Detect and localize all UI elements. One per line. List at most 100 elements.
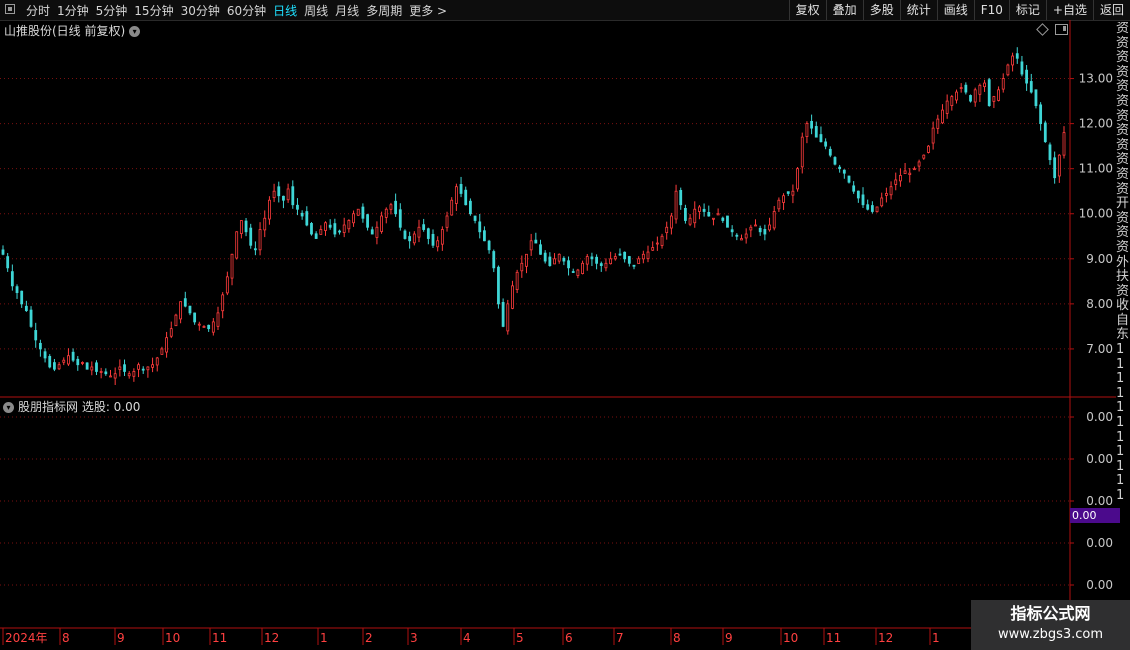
candle-body[interactable] (239, 220, 243, 234)
candle-body[interactable] (973, 89, 977, 103)
candle-body[interactable] (782, 195, 785, 203)
candle-body[interactable] (24, 305, 28, 312)
candle-body[interactable] (342, 224, 346, 233)
candle-body[interactable] (543, 252, 547, 262)
candle-body[interactable] (95, 362, 98, 372)
candle-body[interactable] (426, 228, 430, 239)
candle-body[interactable] (141, 368, 145, 371)
candle-body[interactable] (501, 302, 505, 327)
candle-body[interactable] (62, 359, 66, 363)
candle-body[interactable] (618, 253, 622, 256)
candle-body[interactable] (183, 298, 187, 307)
candle-body[interactable] (903, 170, 907, 174)
candle-body[interactable] (506, 303, 510, 332)
candle-body[interactable] (599, 263, 603, 266)
candle-body[interactable] (20, 290, 24, 305)
candle-body[interactable] (894, 179, 898, 185)
candle-body[interactable] (772, 211, 776, 229)
candle-body[interactable] (861, 194, 865, 206)
candle-body[interactable] (726, 215, 729, 228)
candle-body[interactable] (15, 286, 19, 294)
candle-body[interactable] (856, 190, 860, 199)
candle-body[interactable] (646, 251, 650, 260)
candle-body[interactable] (169, 328, 173, 337)
candle-body[interactable] (473, 215, 477, 221)
candle-body[interactable] (440, 229, 444, 245)
candle-body[interactable] (735, 234, 739, 237)
candle-body[interactable] (651, 247, 655, 251)
candle-body[interactable] (272, 190, 276, 199)
candle-body[interactable] (464, 189, 468, 206)
candle-body[interactable] (431, 233, 435, 246)
candle-body[interactable] (1039, 104, 1043, 125)
candle-body[interactable] (637, 258, 641, 264)
candle-body[interactable] (707, 212, 711, 217)
candle-body[interactable] (328, 224, 332, 228)
candle-body[interactable] (300, 212, 304, 217)
candle-body[interactable] (889, 186, 893, 196)
candle-body[interactable] (866, 204, 870, 210)
candle-body[interactable] (352, 213, 355, 224)
candle-body[interactable] (85, 362, 89, 370)
candle-body[interactable] (870, 205, 874, 212)
candle-body[interactable] (1057, 154, 1061, 177)
candle-body[interactable] (562, 257, 566, 262)
candle-body[interactable] (838, 166, 842, 170)
candle-body[interactable] (515, 271, 519, 290)
candle-body[interactable] (235, 231, 239, 259)
candle-body[interactable] (43, 351, 47, 359)
candle-body[interactable] (884, 193, 888, 196)
candle-body[interactable] (34, 330, 38, 341)
candle-body[interactable] (305, 211, 309, 226)
candle-body[interactable] (380, 215, 383, 232)
candle-body[interactable] (833, 157, 837, 165)
candle-body[interactable] (375, 226, 379, 238)
candle-body[interactable] (758, 227, 762, 233)
candle-body[interactable] (356, 208, 360, 216)
candle-body[interactable] (922, 154, 926, 159)
candle-body[interactable] (655, 242, 659, 245)
candle-body[interactable] (641, 253, 645, 260)
candle-body[interactable] (511, 285, 514, 309)
candle-body[interactable] (941, 109, 944, 124)
candle-body[interactable] (436, 240, 440, 248)
candle-body[interactable] (179, 301, 183, 320)
candle-body[interactable] (660, 235, 664, 246)
candle-body[interactable] (1034, 89, 1038, 106)
candle-body[interactable] (10, 271, 14, 287)
candle-body[interactable] (936, 118, 940, 129)
candle-body[interactable] (959, 87, 963, 89)
candle-body[interactable] (286, 188, 290, 201)
candle-body[interactable] (627, 256, 631, 264)
candle-body[interactable] (478, 221, 482, 233)
candle-body[interactable] (314, 233, 318, 239)
candle-body[interactable] (497, 266, 500, 305)
candle-body[interactable] (539, 244, 542, 255)
candle-body[interactable] (132, 371, 136, 377)
candle-body[interactable] (557, 253, 561, 262)
candle-body[interactable] (800, 136, 804, 168)
candle-body[interactable] (216, 312, 220, 327)
candle-body[interactable] (983, 82, 986, 88)
candle-body[interactable] (744, 233, 748, 239)
candle-body[interactable] (291, 186, 295, 206)
candle-body[interactable] (684, 208, 687, 221)
candle-body[interactable] (828, 148, 832, 156)
candle-body[interactable] (814, 126, 818, 138)
candle-body[interactable] (997, 89, 1000, 101)
candle-body[interactable] (137, 364, 140, 370)
candle-body[interactable] (609, 258, 613, 265)
candle-body[interactable] (389, 204, 393, 210)
candle-body[interactable] (669, 215, 673, 229)
candle-body[interactable] (899, 175, 902, 182)
candle-body[interactable] (693, 208, 697, 224)
candle-body[interactable] (202, 326, 206, 328)
candle-body[interactable] (698, 206, 701, 212)
candle-body[interactable] (875, 206, 879, 213)
candle-body[interactable] (333, 223, 337, 235)
candle-body[interactable] (296, 204, 299, 210)
candle-body[interactable] (1062, 132, 1066, 156)
candle-body[interactable] (151, 364, 154, 368)
candle-body[interactable] (361, 206, 365, 219)
candle-body[interactable] (581, 262, 584, 274)
